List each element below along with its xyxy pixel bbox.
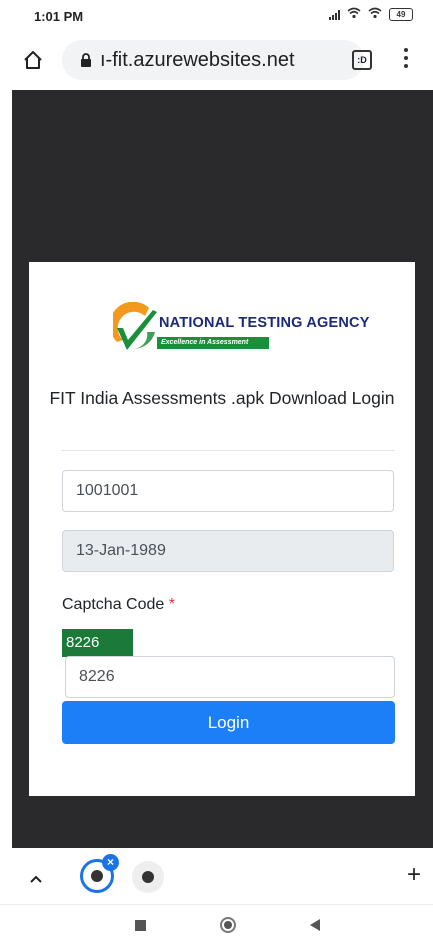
plus-icon[interactable]: + xyxy=(407,863,421,887)
captcha-label-text: Captcha Code xyxy=(62,596,165,613)
home-circle-icon[interactable] xyxy=(220,917,236,933)
back-icon[interactable] xyxy=(310,919,320,931)
url-text: ı-fit.azurewebsites.net xyxy=(100,49,295,71)
required-marker: * xyxy=(168,596,175,613)
title-divider xyxy=(61,450,395,451)
tabs-icon[interactable]: :D xyxy=(352,50,372,70)
url-field[interactable]: ı-fit.azurewebsites.net xyxy=(62,40,364,80)
captcha-image: 8226 xyxy=(62,629,133,657)
tab-strip: × + xyxy=(0,848,433,904)
captcha-input[interactable]: 8226 xyxy=(65,656,395,698)
tab-thumbnail[interactable] xyxy=(132,861,164,893)
status-bar: 1:01 PM 49 xyxy=(0,0,433,30)
nta-logo: NATIONAL TESTING AGENCY Excellence in As… xyxy=(113,302,369,362)
chevron-up-icon[interactable] xyxy=(30,870,42,883)
nav-bar xyxy=(0,904,433,938)
captcha-label: Captcha Code * xyxy=(62,596,175,614)
login-button[interactable]: Login xyxy=(62,701,395,744)
globe-icon xyxy=(91,870,103,882)
status-time: 1:01 PM xyxy=(34,9,84,24)
signal-icon xyxy=(329,8,340,20)
close-icon[interactable]: × xyxy=(102,854,119,871)
nta-logo-mark xyxy=(113,302,157,350)
status-icons: 49 xyxy=(329,7,413,21)
wifi-icon xyxy=(347,7,361,21)
user-id-input[interactable]: 1001001 xyxy=(62,470,394,512)
wifi-icon xyxy=(368,7,382,21)
login-title: FIT India Assessments .apk Download Logi… xyxy=(49,388,395,408)
globe-icon xyxy=(142,871,154,883)
dob-input[interactable]: 13-Jan-1989 xyxy=(62,530,394,572)
menu-icon[interactable] xyxy=(403,48,409,68)
battery-icon: 49 xyxy=(389,7,413,21)
nta-name: NATIONAL TESTING AGENCY xyxy=(159,315,370,331)
address-bar: ı-fit.azurewebsites.net :D xyxy=(0,30,433,90)
home-icon[interactable] xyxy=(22,49,44,71)
lock-icon xyxy=(80,53,92,67)
nta-tagline: Excellence in Assessment xyxy=(157,337,269,349)
login-card: NATIONAL TESTING AGENCY Excellence in As… xyxy=(29,262,415,796)
recents-icon[interactable] xyxy=(135,920,146,931)
